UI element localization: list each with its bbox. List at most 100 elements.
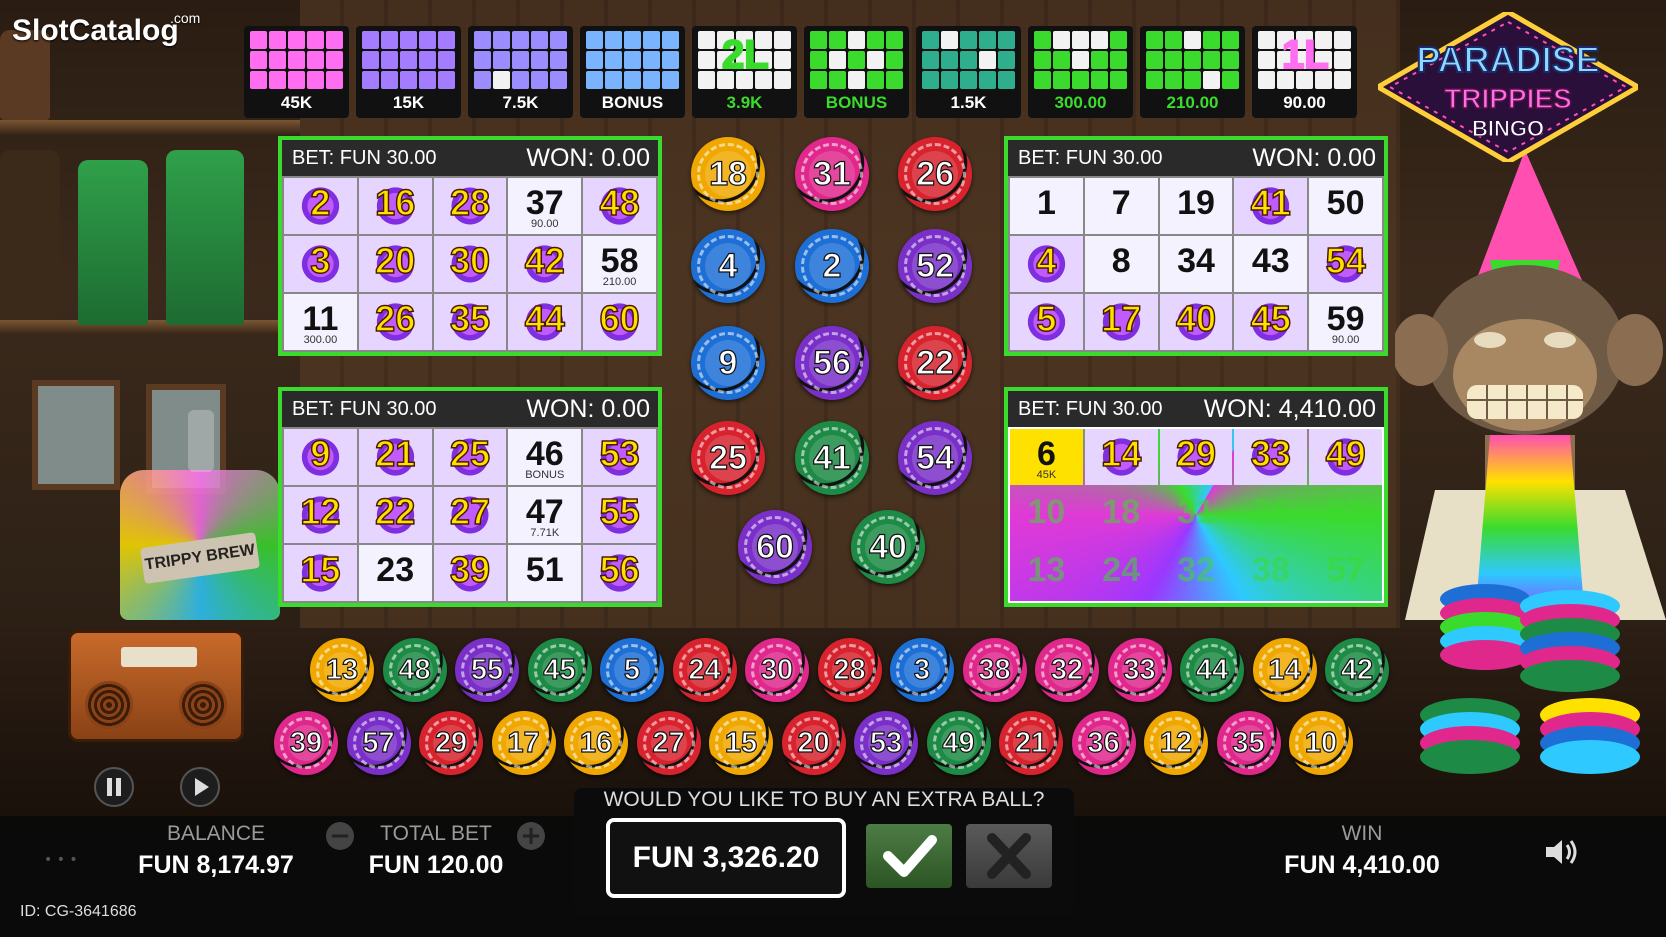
pattern-cell bbox=[941, 31, 958, 49]
bingo-ball: 45 bbox=[527, 638, 592, 702]
card-cell-marked: 30 bbox=[433, 236, 507, 292]
ball-number: 49 bbox=[942, 726, 975, 759]
sound-button[interactable] bbox=[1540, 832, 1580, 872]
cell-number: 37 bbox=[525, 183, 564, 222]
accept-extra-ball-button[interactable] bbox=[866, 824, 952, 888]
pattern-cell bbox=[848, 31, 865, 49]
pattern-cell bbox=[867, 31, 884, 49]
ball-number: 10 bbox=[1304, 726, 1338, 759]
card-cell: 24 bbox=[1085, 545, 1158, 601]
bingo-ball: 38 bbox=[962, 638, 1027, 702]
pattern-cell bbox=[1184, 31, 1201, 49]
pattern-badge: 2L bbox=[721, 32, 770, 78]
balance-value: FUN 8,174.97 bbox=[138, 851, 294, 879]
pattern-cell bbox=[269, 51, 286, 69]
pattern-cell bbox=[1334, 51, 1351, 69]
card-cell: 51 bbox=[508, 545, 582, 601]
ball-number: 52 bbox=[915, 246, 954, 285]
cell-number: 34 bbox=[1177, 241, 1215, 280]
pause-button[interactable] bbox=[94, 767, 134, 807]
pattern-cell bbox=[1110, 31, 1127, 49]
bingo-card-1[interactable]: BET: FUN 30.00 WON: 0.00 2 16 28 37 90.00 48 3 20… bbox=[278, 136, 662, 356]
bingo-ball: 24 bbox=[672, 638, 737, 702]
pattern-cell bbox=[922, 31, 939, 49]
pattern-cell bbox=[774, 51, 791, 69]
pattern-cell bbox=[624, 31, 641, 49]
card-header: BET: FUN 30.00 WON: 4,410.00 bbox=[1008, 391, 1384, 427]
boombox bbox=[68, 630, 244, 742]
pattern-payout: 210.00 bbox=[1166, 93, 1219, 112]
game-scene: TRIPPY BREW SlotCatalog .com 45K 15K 7.5… bbox=[0, 0, 1666, 937]
menu-dots-icon[interactable]: • • • bbox=[44, 852, 78, 868]
pattern-cell bbox=[829, 71, 846, 89]
cell-number: 54 bbox=[1325, 239, 1367, 282]
pattern-cell bbox=[438, 71, 455, 89]
cell-number: 59 bbox=[1326, 299, 1365, 338]
increase-bet-button[interactable]: + bbox=[517, 821, 545, 851]
bingo-ball: 31 bbox=[795, 137, 869, 211]
card-cell-marked: 41 bbox=[1234, 178, 1308, 234]
card-bet: BET: FUN 30.00 bbox=[1018, 146, 1163, 169]
card-cell-marked: 33 bbox=[1234, 429, 1308, 485]
bingo-ball: 32 bbox=[1035, 638, 1099, 702]
card-cell-marked: 4 bbox=[1010, 236, 1083, 292]
play-button[interactable] bbox=[180, 767, 220, 807]
bingo-ball: 39 bbox=[274, 711, 338, 775]
decline-extra-ball-button[interactable] bbox=[966, 824, 1052, 888]
bingo-ball: 55 bbox=[455, 638, 519, 702]
pattern-cell bbox=[810, 71, 827, 89]
pattern-cell bbox=[698, 31, 715, 49]
cell-number: 44 bbox=[524, 297, 566, 340]
cell-number: 31 bbox=[1177, 492, 1215, 531]
paytable-pattern: 15K bbox=[356, 26, 461, 118]
watermark-text: SlotCatalog bbox=[12, 14, 179, 47]
pattern-cell bbox=[326, 71, 343, 89]
bingo-ball: 20 bbox=[781, 711, 846, 775]
bingo-ball: 40 bbox=[851, 510, 925, 584]
pattern-cell bbox=[419, 51, 436, 69]
pattern-cell bbox=[531, 71, 548, 89]
pattern-cell bbox=[531, 51, 548, 69]
ball-number: 13 bbox=[325, 653, 359, 686]
ball-number: 24 bbox=[688, 653, 721, 686]
logo-line3: BINGO bbox=[1472, 116, 1544, 141]
ball-number: 16 bbox=[579, 726, 613, 759]
ball-number: 41 bbox=[812, 438, 851, 477]
bingo-ball: 56 bbox=[795, 326, 869, 400]
card-cell: 46 BONUS bbox=[508, 429, 582, 485]
pattern-cell bbox=[1146, 31, 1163, 49]
pattern-cell bbox=[250, 31, 267, 49]
bingo-card-3[interactable]: BET: FUN 30.00 WON: 0.00 9 21 25 46 BONUS 53 12 2… bbox=[278, 387, 662, 607]
speaker-icon bbox=[85, 681, 133, 729]
card-cell: 18 bbox=[1085, 487, 1158, 543]
card-cell-marked: 20 bbox=[358, 236, 432, 292]
ball-number: 40 bbox=[868, 527, 907, 566]
card-cell-marked: 39 bbox=[433, 545, 507, 601]
card-bet: BET: FUN 30.00 bbox=[292, 146, 437, 169]
bingo-ball: 15 bbox=[709, 711, 773, 775]
cell-number: 1 bbox=[1036, 183, 1056, 222]
card-cell: 32 bbox=[1160, 545, 1233, 601]
bingo-ball: 3 bbox=[890, 638, 954, 702]
cell-number: 55 bbox=[599, 490, 641, 533]
cell-number: 16 bbox=[374, 181, 416, 224]
pattern-cell bbox=[586, 71, 603, 89]
bingo-ball: 54 bbox=[898, 421, 972, 495]
cell-number: 38 bbox=[1251, 550, 1290, 589]
pattern-cell bbox=[1203, 31, 1220, 49]
bingo-card-4[interactable]: BET: FUN 30.00 WON: 4,410.00 6 45K 14 29 33 49 1… bbox=[1004, 387, 1388, 607]
pattern-cell bbox=[886, 71, 903, 89]
ball-number: 12 bbox=[1159, 726, 1193, 759]
balance-label: BALANCE bbox=[166, 822, 266, 845]
pattern-cell bbox=[288, 31, 305, 49]
cell-number: 11 bbox=[302, 299, 339, 338]
pattern-payout: 15K bbox=[392, 93, 425, 112]
decrease-bet-button[interactable]: − bbox=[326, 821, 354, 851]
pattern-grid bbox=[586, 31, 679, 89]
bingo-ball: 9 bbox=[691, 326, 765, 400]
cell-number: 7 bbox=[1111, 183, 1131, 222]
card-cell-marked: 49 bbox=[1309, 429, 1382, 485]
cell-number: 30 bbox=[449, 239, 491, 282]
plus-icon: + bbox=[520, 821, 542, 851]
bingo-card-2[interactable]: BET: FUN 30.00 WON: 0.00 1 7 19 41 50 4 8 34 43 54 5… bbox=[1004, 136, 1388, 356]
